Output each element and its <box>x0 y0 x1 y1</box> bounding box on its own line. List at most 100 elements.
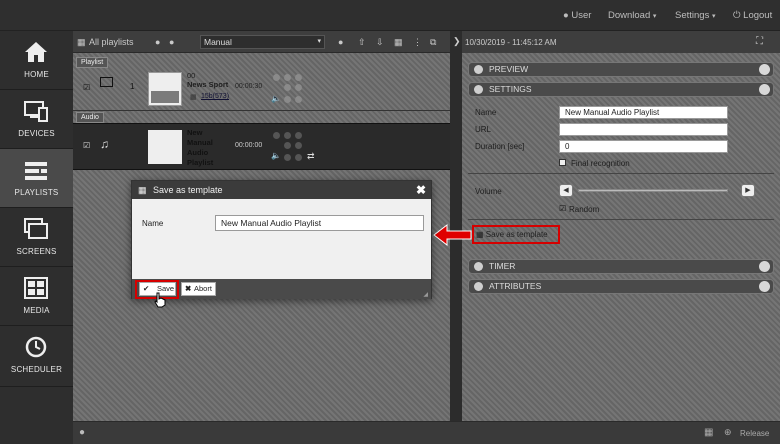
sidebar-item-devices[interactable]: DEVICES <box>0 90 73 149</box>
volume-up-icon[interactable]: ▶ <box>741 184 755 197</box>
sidebar: HOME DEVICES PLAYLISTS SCREENS MEDIA SCH… <box>0 31 73 444</box>
sidebar-item-label: SCREENS <box>16 247 57 256</box>
name-input[interactable]: New Manual Audio Playlist <box>559 106 728 119</box>
user-icon[interactable]: ● <box>79 427 85 438</box>
chevron-circle-up-icon <box>759 84 770 95</box>
option-icon[interactable] <box>273 132 280 139</box>
caret-down-icon: ▾ <box>317 38 321 45</box>
volume-slider[interactable] <box>578 189 728 192</box>
volume-icon[interactable]: 🔈 <box>271 94 281 103</box>
plus-circle-icon[interactable]: ⊕ <box>724 427 732 438</box>
more-icon[interactable]: ⋮ <box>413 37 422 48</box>
mode-select[interactable]: Manual ▾ <box>200 35 325 49</box>
tag-icon <box>474 282 483 291</box>
clock-icon <box>25 336 47 358</box>
random-label: Random <box>569 205 600 214</box>
section-attributes[interactable]: ATTRIBUTES <box>468 279 774 294</box>
dialog-footer: ✔ Save ✖ Abort ◢ <box>132 279 431 299</box>
expand-icon[interactable]: ⛶ <box>756 36 763 47</box>
remove-icon[interactable]: ● <box>169 37 174 47</box>
url-input[interactable] <box>559 123 728 136</box>
upload-icon[interactable]: ⇧ <box>358 37 366 48</box>
media-icon <box>24 277 48 299</box>
logout-link[interactable]: ⏻ Logout <box>733 10 772 21</box>
audio-tag: Audio <box>76 112 104 123</box>
save-icon[interactable]: ▦ <box>704 427 713 438</box>
option-icon[interactable] <box>284 84 291 91</box>
refresh-icon[interactable]: ● <box>338 37 343 47</box>
chevron-circle-down-icon <box>759 281 770 292</box>
add-icon[interactable]: ● <box>155 37 160 47</box>
save-icon[interactable]: ▦ <box>394 37 403 48</box>
sidebar-item-playlists[interactable]: PLAYLISTS <box>0 149 73 208</box>
abort-button[interactable]: ✖ Abort <box>181 282 216 296</box>
devices-icon <box>24 101 48 122</box>
top-bar: ● User Download ▾ Settings ▾ ⏻ Logout <box>0 0 780 31</box>
volume-icon[interactable]: 🔈 <box>271 151 281 160</box>
window-icon <box>100 77 113 87</box>
audio-title-line: New <box>187 128 203 137</box>
option-icon[interactable] <box>273 74 280 81</box>
user-menu[interactable]: ● User <box>563 10 591 21</box>
section-settings[interactable]: SETTINGS <box>468 82 774 97</box>
sidebar-item-media[interactable]: MEDIA <box>0 267 73 326</box>
volume-down-icon[interactable]: ◀ <box>559 184 573 197</box>
section-preview[interactable]: PREVIEW <box>468 62 774 77</box>
divider-line <box>73 110 450 111</box>
option-icon[interactable] <box>295 84 302 91</box>
check-icon: ✔ <box>143 284 150 293</box>
screen-id-link[interactable]: 15b(573) <box>201 93 229 100</box>
option-icon[interactable] <box>295 74 302 81</box>
shuffle-icon[interactable]: ⇄ <box>307 151 315 162</box>
checkbox-checked-icon[interactable]: ☑ <box>83 141 90 150</box>
settings-menu[interactable]: Settings ▾ <box>675 10 715 21</box>
save-as-template-button[interactable]: ▦ Save as template <box>476 229 554 240</box>
annotation-arrow-icon <box>433 224 472 246</box>
audio-item-row[interactable]: ☑ ♫ New Manual Audio Playlist 00:00:00 🔈… <box>73 123 450 170</box>
option-icon[interactable] <box>295 132 302 139</box>
duration-input[interactable]: 0 <box>559 140 728 153</box>
thumbnail <box>148 130 182 164</box>
minus-circle-icon <box>474 85 483 94</box>
download-menu[interactable]: Download ▾ <box>608 10 656 21</box>
copy-icon[interactable]: ⧉ <box>430 37 436 48</box>
audio-title-line: Audio <box>187 148 209 157</box>
checkbox-checked-icon[interactable]: ☑ <box>83 83 90 92</box>
playlist-toolbar: ▦ All playlists ● ● Manual ▾ ● ⇧ ⇩ ▦ ⋮ ⧉ <box>73 31 450 53</box>
playlist-item-row[interactable]: ☑ 1 00 News Sport ▦ 15b(573) 00:00:30 🔈 <box>73 69 450 109</box>
save-as-template-dialog: ▦ Save as template ✖ Name New Manual Aud… <box>131 180 432 299</box>
option-icon[interactable] <box>284 142 291 149</box>
all-playlists-icon[interactable]: ▦ <box>77 37 86 48</box>
home-icon <box>25 42 47 62</box>
option-icon[interactable] <box>295 96 302 103</box>
option-icon[interactable] <box>295 154 302 161</box>
thumbnail <box>148 72 182 106</box>
chevron-right-icon[interactable]: ❯ <box>453 36 461 47</box>
sidebar-item-label: MEDIA <box>23 306 50 315</box>
option-icon[interactable] <box>295 142 302 149</box>
option-icon[interactable] <box>284 154 291 161</box>
clock-icon <box>474 262 483 271</box>
music-icon: ♫ <box>100 137 109 151</box>
option-icon[interactable] <box>284 96 291 103</box>
divider-line <box>468 173 774 174</box>
sidebar-item-scheduler[interactable]: SCHEDULER <box>0 326 73 387</box>
item-code: 00 <box>187 71 196 80</box>
close-icon[interactable]: ✖ <box>416 181 426 199</box>
download-icon[interactable]: ⇩ <box>376 37 384 48</box>
random-checkbox[interactable]: ☑ <box>559 204 566 213</box>
template-name-input[interactable]: New Manual Audio Playlist <box>215 215 424 231</box>
option-icon[interactable] <box>284 132 291 139</box>
section-timer[interactable]: TIMER <box>468 259 774 274</box>
resize-handle-icon[interactable]: ◢ <box>423 291 428 298</box>
final-recognition-checkbox[interactable] <box>559 159 566 166</box>
name-label: Name <box>475 108 497 117</box>
all-playlists-link[interactable]: All playlists <box>89 37 134 47</box>
url-label: URL <box>475 125 492 134</box>
option-icon[interactable] <box>284 74 291 81</box>
sidebar-item-home[interactable]: HOME <box>0 31 73 90</box>
release-label[interactable]: Release <box>740 429 769 438</box>
sidebar-item-screens[interactable]: SCREENS <box>0 208 73 267</box>
audio-title-line: Playlist <box>187 158 214 167</box>
audio-title-line: Manual <box>187 138 213 147</box>
